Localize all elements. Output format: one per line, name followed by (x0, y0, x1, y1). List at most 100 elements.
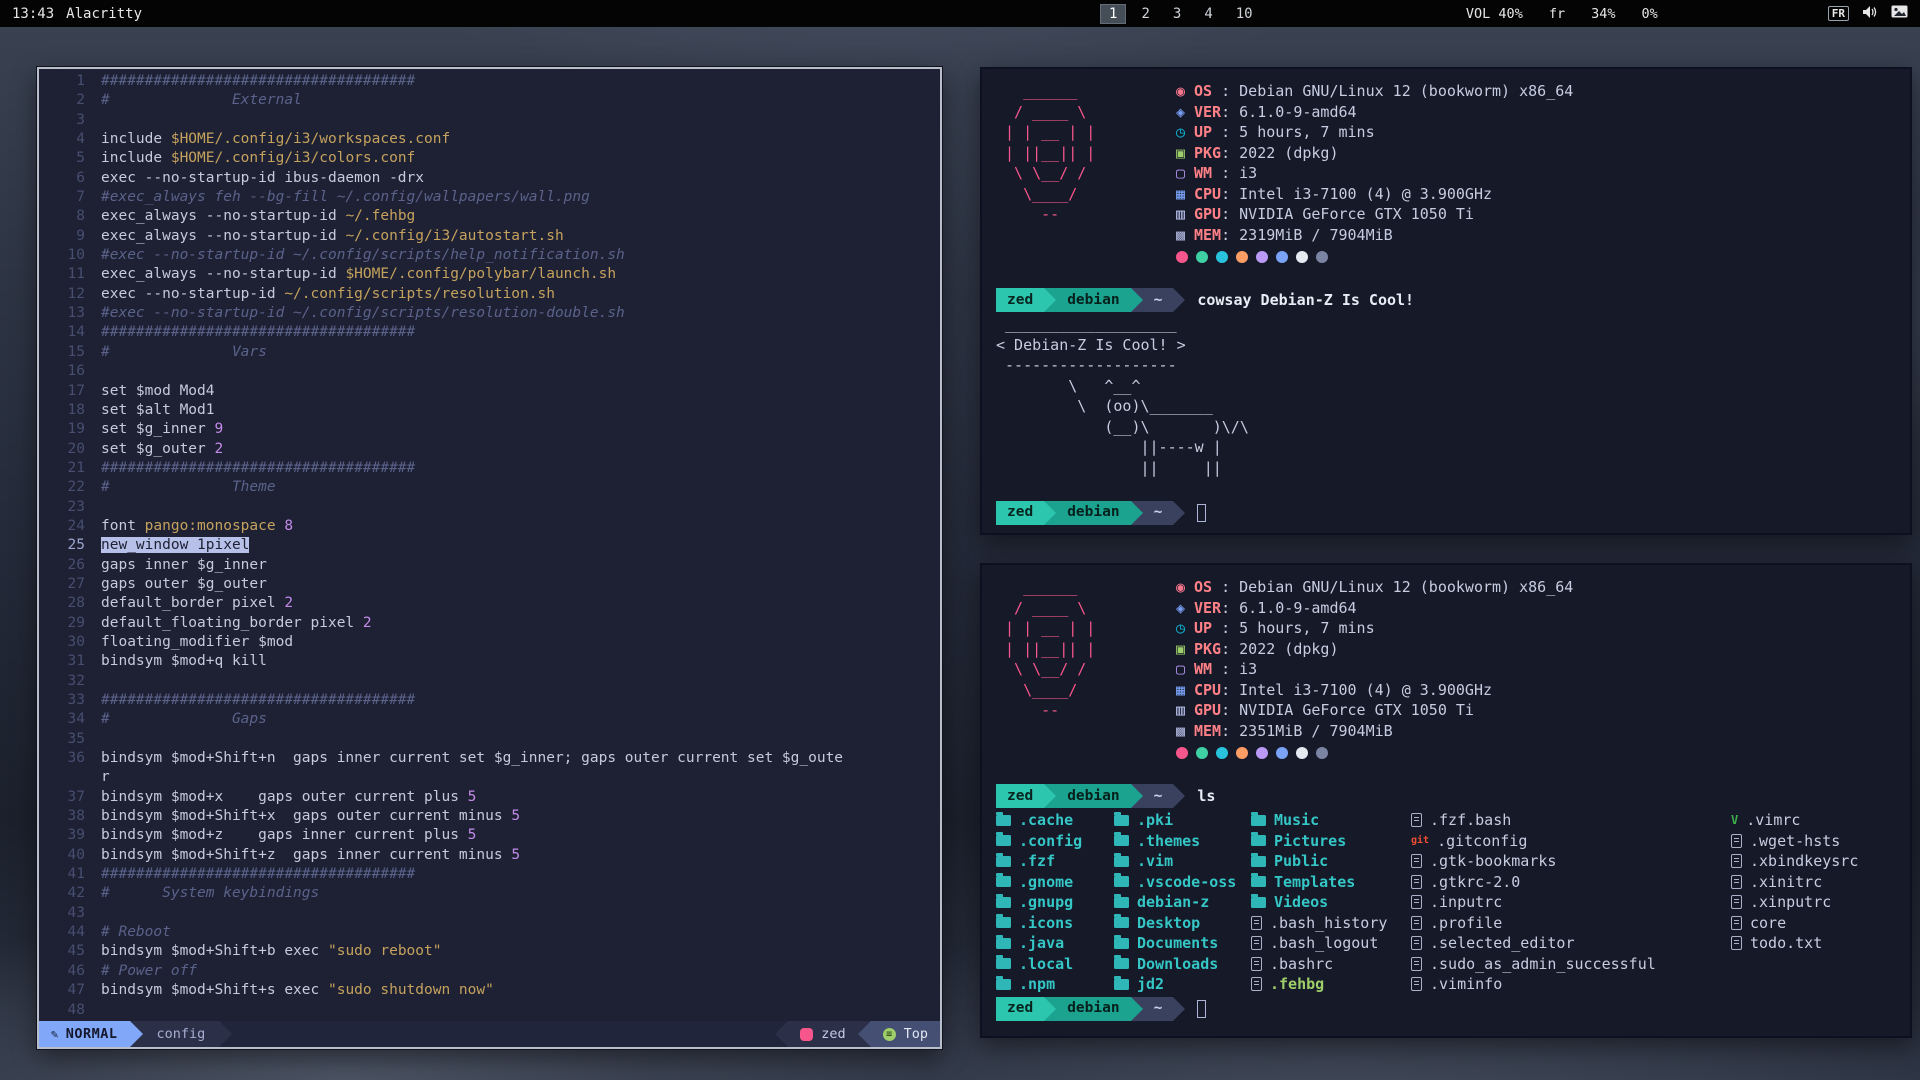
editor-line[interactable]: 16 (45, 362, 940, 381)
editor-line[interactable]: 48 (45, 1001, 940, 1020)
fetch-value: NVIDIA GeForce GTX 1050 Ti (1239, 701, 1474, 719)
line-number: 43 (45, 904, 85, 923)
editor-line[interactable]: 3 (45, 111, 940, 130)
editor-line[interactable]: 20set $g_outer 2 (45, 440, 940, 459)
ls-item-name: Documents (1137, 933, 1218, 954)
editor-line[interactable]: 46# Power off (45, 962, 940, 981)
color-dot (1296, 251, 1308, 263)
desktop: 13:43 Alacritty 123410 VOL 40%fr34%0% FR… (0, 0, 1920, 1080)
ls-item-name: .fzf (1019, 851, 1055, 872)
editor-line[interactable]: 22# Theme (45, 478, 940, 497)
editor-line[interactable]: 12exec --no-startup-id ~/.config/scripts… (45, 285, 940, 304)
line-text: r (101, 768, 110, 787)
editor-line[interactable]: 1#################################### (45, 72, 940, 91)
file-icon (1731, 875, 1742, 889)
editor-line[interactable]: 21#################################### (45, 459, 940, 478)
editor-line[interactable]: 34 # Gaps (45, 710, 940, 729)
editor-line[interactable]: 39bindsym $mod+z gaps inner current plus… (45, 826, 940, 845)
editor-line[interactable]: 15# Vars (45, 343, 940, 362)
prompt-user: zed (996, 501, 1044, 525)
editor-line[interactable]: 28default_border pixel 2 (45, 594, 940, 613)
editor-line[interactable]: 37bindsym $mod+x gaps outer current plus… (45, 788, 940, 807)
keyboard-layout-badge[interactable]: FR (1828, 6, 1849, 21)
editor-line[interactable]: 44# Reboot (45, 923, 940, 942)
editor-line[interactable]: 5include $HOME/.config/i3/colors.conf (45, 149, 940, 168)
editor-line[interactable]: r (45, 768, 940, 787)
line-number: 10 (45, 246, 85, 265)
line-text: # Gaps (101, 710, 267, 729)
prompt-line[interactable]: zed debian ~ (996, 997, 1896, 1021)
prompt-line[interactable]: zed debian ~ (996, 501, 1896, 525)
line-text: #################################### (101, 72, 415, 91)
workspace-button-2[interactable]: 2 (1133, 5, 1157, 23)
editor-line[interactable]: 40bindsym $mod+Shift+z gaps inner curren… (45, 846, 940, 865)
terminal-bottom-content[interactable]: ______ / ____ \ | | __ | | | ||__|| | \ … (982, 565, 1910, 1036)
workspace-button-4[interactable]: 4 (1196, 5, 1220, 23)
ls-item: Videos (1251, 892, 1411, 913)
editor-lines[interactable]: 1####################################2# … (39, 69, 940, 1021)
editor-line[interactable]: 9exec_always --no-startup-id ~/.config/i… (45, 227, 940, 246)
editor-line[interactable]: 13#exec --no-startup-id ~/.config/script… (45, 304, 940, 323)
powerline-arrow (1173, 288, 1185, 312)
ls-item-name: .gitconfig (1437, 831, 1527, 852)
editor-line[interactable]: 32 (45, 672, 940, 691)
editor-line[interactable]: 24font pango:monospace 8 (45, 517, 940, 536)
fetch-info-row: ◉OS : Debian GNU/Linux 12 (bookworm) x86… (1176, 577, 1573, 598)
mem-icon: ▩ (1176, 721, 1194, 742)
editor-line[interactable]: 31bindsym $mod+q kill (45, 652, 940, 671)
editor-line[interactable]: 45bindsym $mod+Shift+b exec "sudo reboot… (45, 942, 940, 961)
editor-line[interactable]: 36bindsym $mod+Shift+n gaps inner curren… (45, 749, 940, 768)
gpu-icon: ▥ (1176, 700, 1194, 721)
editor-line[interactable]: 33#################################### (45, 691, 940, 710)
line-text: bindsym $mod+Shift+x gaps outer current … (101, 807, 520, 826)
editor-line[interactable]: 25new_window 1pixel (45, 536, 940, 555)
editor-line[interactable]: 47bindsym $mod+Shift+s exec "sudo shutdo… (45, 981, 940, 1000)
editor-line[interactable]: 7#exec_always feh --bg-fill ~/.config/wa… (45, 188, 940, 207)
line-number: 48 (45, 1001, 85, 1020)
screenshot-icon[interactable] (1891, 5, 1908, 22)
folder-icon (996, 876, 1011, 887)
distro-logo: ______ / ____ \ | | __ | | | ||__|| | \ … (996, 81, 1146, 266)
editor-line[interactable]: 26gaps inner $g_inner (45, 556, 940, 575)
workspace-button-1[interactable]: 1 (1100, 4, 1126, 24)
up-icon: ◷ (1176, 618, 1194, 639)
editor-line[interactable]: 2# External (45, 91, 940, 110)
editor-line[interactable]: 30floating_modifier $mod (45, 633, 940, 652)
editor-line[interactable]: 8exec_always --no-startup-id ~/.fehbg (45, 207, 940, 226)
ls-item-name: .bash_logout (1270, 933, 1378, 954)
editor-line[interactable]: 23 (45, 498, 940, 517)
editor-line[interactable]: 17set $mod Mod4 (45, 382, 940, 401)
line-number: 27 (45, 575, 85, 594)
line-number: 34 (45, 710, 85, 729)
editor-line[interactable]: 35 (45, 730, 940, 749)
editor-line[interactable]: 29default_floating_border pixel 2 (45, 614, 940, 633)
workspace-button-10[interactable]: 10 (1228, 5, 1261, 23)
editor-line[interactable]: 41#################################### (45, 865, 940, 884)
line-number: 38 (45, 807, 85, 826)
terminal-top-content[interactable]: ______ / ____ \ | | __ | | | ||__|| | \ … (982, 69, 1910, 533)
editor-line[interactable]: 14#################################### (45, 323, 940, 342)
editor-line[interactable]: 42# System keybindings (45, 884, 940, 903)
editor-line[interactable]: 4include $HOME/.config/i3/workspaces.con… (45, 130, 940, 149)
workspace-button-3[interactable]: 3 (1165, 5, 1189, 23)
line-text: bindsym $mod+x gaps outer current plus 5 (101, 788, 476, 807)
file-icon (1411, 854, 1422, 868)
prompt-path: ~ (1143, 784, 1174, 808)
prompt-path: ~ (1143, 501, 1174, 525)
speaker-icon[interactable] (1862, 5, 1878, 23)
line-text: floating_modifier $mod (101, 633, 293, 652)
editor-line[interactable]: 10#exec --no-startup-id ~/.config/script… (45, 246, 940, 265)
editor-line[interactable]: 18set $alt Mod1 (45, 401, 940, 420)
prompt-line[interactable]: zed debian ~ cowsay Debian-Z Is Cool! (996, 288, 1896, 312)
editor-line[interactable]: 6exec --no-startup-id ibus-daemon -drx (45, 169, 940, 188)
prompt-line[interactable]: zed debian ~ ls (996, 784, 1896, 808)
editor-line[interactable]: 27gaps outer $g_outer (45, 575, 940, 594)
line-text: include $HOME/.config/i3/colors.conf (101, 149, 415, 168)
topbar-stat: 0% (1641, 6, 1657, 22)
editor-line[interactable]: 19set $g_inner 9 (45, 420, 940, 439)
editor-line[interactable]: 11exec_always --no-startup-id $HOME/.con… (45, 265, 940, 284)
editor-line[interactable]: 43 (45, 904, 940, 923)
editor-line[interactable]: 38 bindsym $mod+Shift+x gaps outer curren… (45, 807, 940, 826)
ls-column: .pki.themes.vim.vscode-ossdebian-zDeskto… (1114, 810, 1251, 995)
zed-icon (800, 1028, 813, 1041)
